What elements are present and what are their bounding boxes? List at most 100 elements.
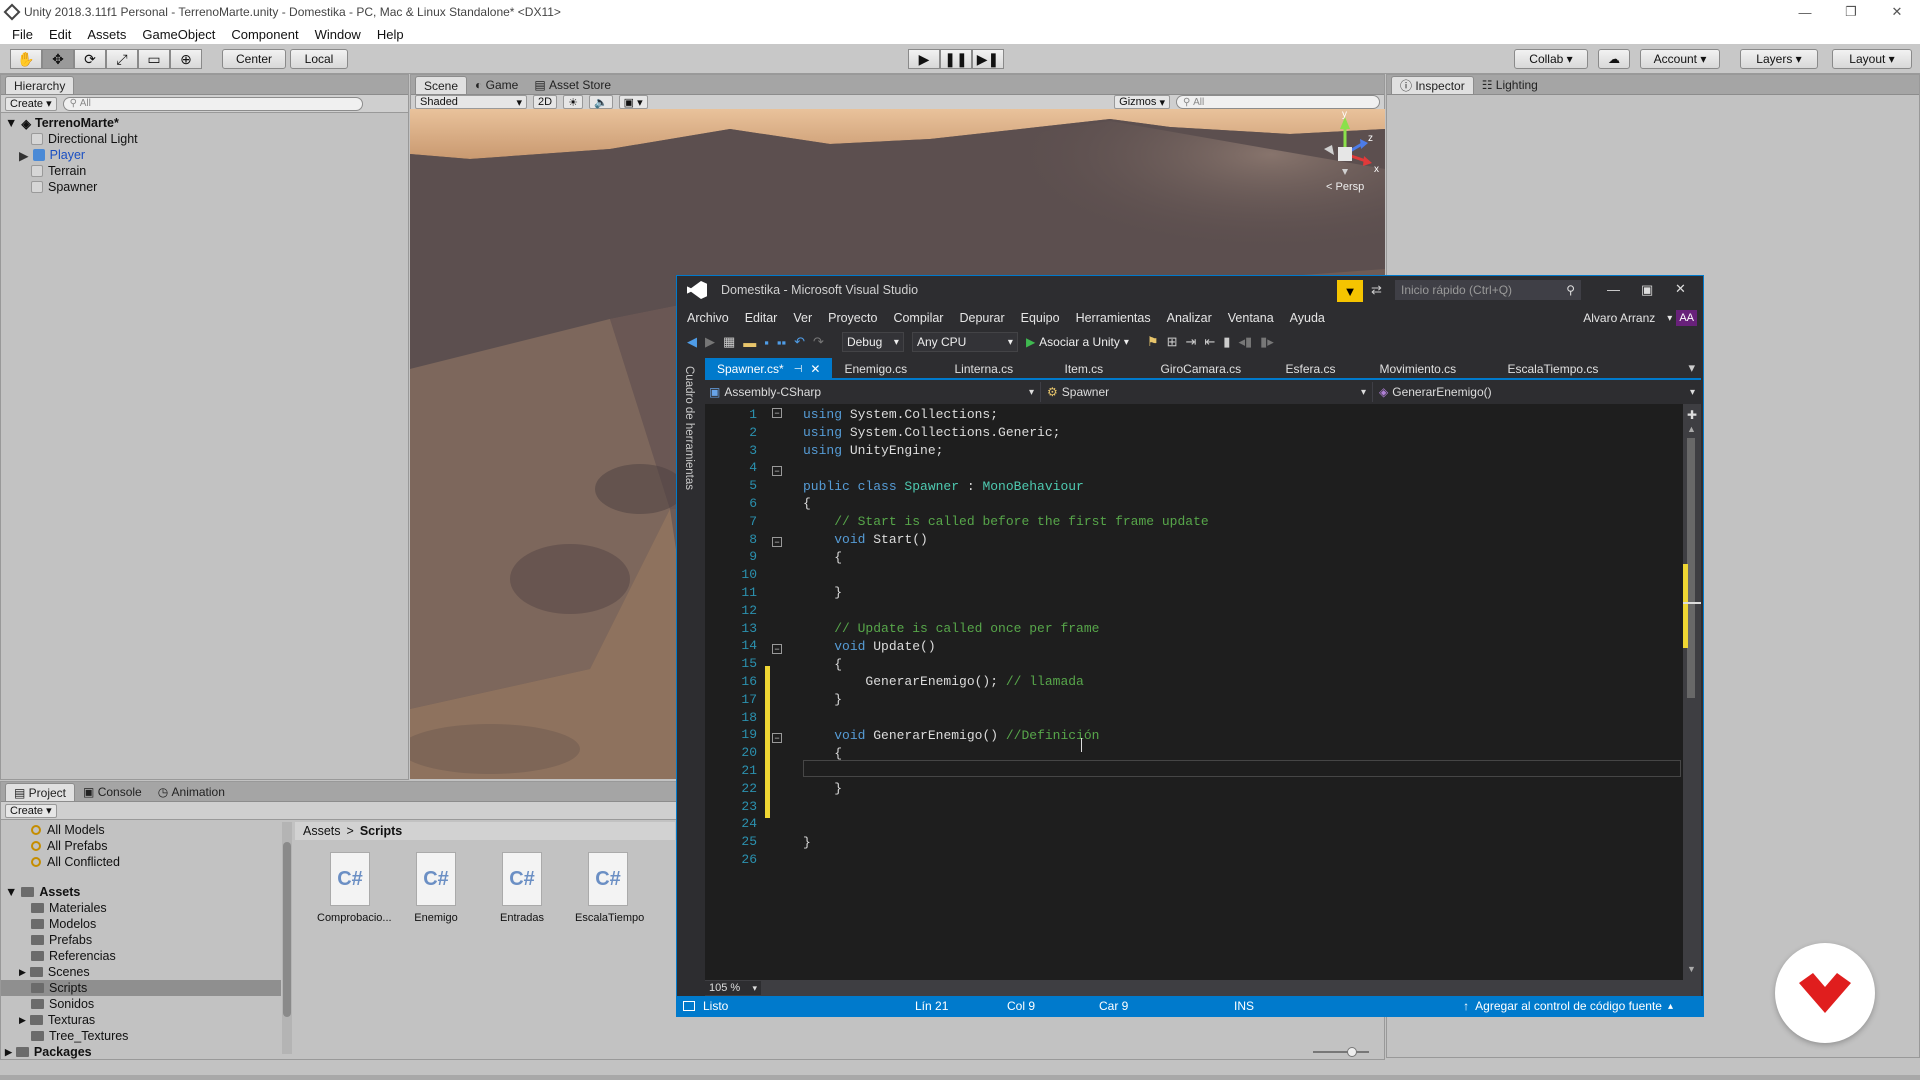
icon-size-slider[interactable] [1313, 1047, 1369, 1057]
connect-icon[interactable]: ⇄ [1371, 282, 1382, 298]
code-line[interactable]: using System.Collections.Generic; [803, 424, 1209, 442]
gizmos-dropdown[interactable]: Gizmos ▾ [1114, 95, 1170, 109]
folder-item[interactable]: Materiales [5, 900, 281, 916]
rect-tool-icon[interactable]: ▭ [138, 49, 170, 69]
hierarchy-create-button[interactable]: Create ▾ [5, 96, 57, 111]
scroll-down-icon[interactable]: ▼ [1687, 964, 1696, 974]
vs-menu-herramientas[interactable]: Herramientas [1068, 311, 1159, 325]
minimize-icon[interactable]: — [1607, 282, 1620, 297]
code-line[interactable]: { [803, 744, 1209, 762]
code-line[interactable]: void GenerarEnemigo() //Definición [803, 726, 1209, 744]
user-avatar[interactable]: AA [1676, 310, 1697, 326]
file-item[interactable]: C# Entradas [489, 852, 555, 924]
folder-item-selected[interactable]: Scripts [1, 980, 281, 996]
code-line[interactable]: void Update() [803, 637, 1209, 655]
code-line[interactable]: // Update is called once per frame [803, 620, 1209, 638]
find-icon[interactable]: ⚑ [1147, 334, 1159, 350]
code-line[interactable]: } [803, 584, 1209, 602]
tab-project[interactable]: ▤ Project [5, 783, 76, 801]
favorite-item[interactable]: All Conflicted [5, 854, 281, 870]
toolbox-sidebar[interactable]: Cuadro de herramientas [679, 356, 701, 1016]
tab-scene[interactable]: Scene [415, 76, 468, 94]
new-project-icon[interactable]: ▦ [723, 334, 735, 350]
config-dropdown[interactable]: Debug ▾ [841, 332, 904, 352]
step-icon[interactable]: ▶❚ [972, 49, 1004, 69]
back-icon[interactable]: ◀ [687, 334, 697, 350]
vs-menu-equipo[interactable]: Equipo [1013, 311, 1068, 325]
expand-arrow-icon[interactable]: ▶ [19, 148, 29, 163]
lighting-toggle-icon[interactable]: ☀ [563, 95, 583, 109]
vs-menu-ver[interactable]: Ver [785, 311, 820, 325]
layers-button[interactable]: Layers ▾ [1740, 49, 1818, 69]
tab-console[interactable]: ▣ Console [75, 783, 150, 801]
source-control-button[interactable]: ↑ Agregar al control de código fuente ▴ [1463, 999, 1673, 1013]
menu-edit[interactable]: Edit [41, 27, 79, 42]
code-line[interactable]: using UnityEngine; [803, 442, 1209, 460]
code-line[interactable]: GenerarEnemigo(); // llamada [803, 673, 1209, 691]
folder-item[interactable]: Modelos [5, 916, 281, 932]
file-item[interactable]: C# Enemigo [403, 852, 469, 924]
restore-icon[interactable]: ❐ [1828, 0, 1874, 24]
vertical-scrollbar[interactable]: ✚ ▲ ▼ [1683, 404, 1701, 980]
packages-root[interactable]: ▶ Packages [5, 1044, 281, 1060]
menu-help[interactable]: Help [369, 27, 412, 42]
nav-project-dropdown[interactable]: ▣ Assembly-CSharp ▾ [705, 382, 1041, 402]
nav-member-dropdown[interactable]: ◈ GenerarEnemigo() ▾ [1373, 382, 1701, 402]
zoom-dropdown[interactable]: 105 % ▾ [705, 981, 761, 995]
folder-item[interactable]: Sonidos [5, 996, 281, 1012]
scrollbar-thumb[interactable] [1687, 438, 1695, 698]
hierarchy-search-input[interactable]: ⚲ All [62, 96, 363, 111]
doc-tab[interactable]: Movimiento.cs [1367, 358, 1495, 380]
scene-root[interactable]: ▼ ◈ TerrenoMarte* [5, 115, 404, 131]
vs-user-name[interactable]: Alvaro Arranz [1575, 311, 1663, 325]
file-item[interactable]: C# EscalaTiempo [575, 852, 644, 924]
shading-dropdown[interactable]: Shaded ▾ [415, 95, 527, 109]
breadcrumb-assets[interactable]: Assets [303, 824, 341, 838]
hierarchy-item[interactable]: Spawner [5, 179, 404, 195]
scroll-up-icon[interactable]: ▲ [1687, 424, 1696, 434]
menu-component[interactable]: Component [223, 27, 306, 42]
code-line[interactable]: { [803, 495, 1209, 513]
forward-icon[interactable]: ▶ [705, 334, 715, 350]
vs-menu-proyecto[interactable]: Proyecto [820, 311, 885, 325]
audio-toggle-icon[interactable]: 🔈 [588, 95, 613, 109]
solution-icon[interactable]: ⊞ [1167, 334, 1178, 350]
folder-item[interactable]: Prefabs [5, 932, 281, 948]
breadcrumb-scripts[interactable]: Scripts [360, 824, 402, 838]
vs-menu-analizar[interactable]: Analizar [1159, 311, 1220, 325]
mode-2d-toggle[interactable]: 2D [533, 95, 558, 109]
vs-menu-ayuda[interactable]: Ayuda [1282, 311, 1333, 325]
orientation-gizmo[interactable]: y z x < Persp [1312, 109, 1382, 199]
code-line[interactable] [803, 762, 1209, 780]
layout-button[interactable]: Layout ▾ [1832, 49, 1912, 69]
file-item[interactable]: C# Comprobacio... [317, 852, 392, 924]
menu-assets[interactable]: Assets [79, 27, 134, 42]
bookmark-prev-icon[interactable]: ◂▮ [1238, 334, 1252, 350]
menu-file[interactable]: File [4, 27, 41, 42]
folder-item[interactable]: ▶ Texturas [5, 1012, 281, 1028]
folder-item[interactable]: Tree_Textures [5, 1028, 281, 1044]
tab-hierarchy[interactable]: Hierarchy [5, 76, 75, 94]
code-line[interactable]: } [803, 780, 1209, 798]
tab-lighting[interactable]: ☷ Lighting [1474, 76, 1546, 94]
favorite-item[interactable]: All Models [5, 822, 281, 838]
save-all-icon[interactable]: ▪▪ [777, 335, 786, 350]
pivot-center-button[interactable]: Center [222, 49, 286, 69]
platform-dropdown[interactable]: Any CPU ▾ [911, 332, 1018, 352]
rotate-tool-icon[interactable]: ⟳ [74, 49, 106, 69]
split-icon[interactable]: ✚ [1687, 408, 1697, 422]
cloud-icon[interactable]: ☁ [1598, 49, 1630, 69]
transform-tool-icon[interactable]: ⊕ [170, 49, 202, 69]
tab-game[interactable]: ◐ Game [467, 76, 526, 94]
vs-menu-compilar[interactable]: Compilar [885, 311, 951, 325]
hand-tool-icon[interactable]: ✋ [10, 49, 42, 69]
scene-search-input[interactable]: ⚲ All [1176, 95, 1380, 109]
collab-button[interactable]: Collab ▾ [1514, 49, 1588, 69]
code-line[interactable]: } [803, 833, 1209, 851]
vs-menu-depurar[interactable]: Depurar [951, 311, 1012, 325]
code-line[interactable] [803, 798, 1209, 816]
quick-launch-input[interactable]: Inicio rápido (Ctrl+Q) ⚲ [1395, 280, 1581, 300]
code-line[interactable] [803, 815, 1209, 833]
close-tab-icon[interactable]: ✕ [810, 362, 820, 376]
nav-class-dropdown[interactable]: ⚙ Spawner ▾ [1041, 382, 1373, 402]
